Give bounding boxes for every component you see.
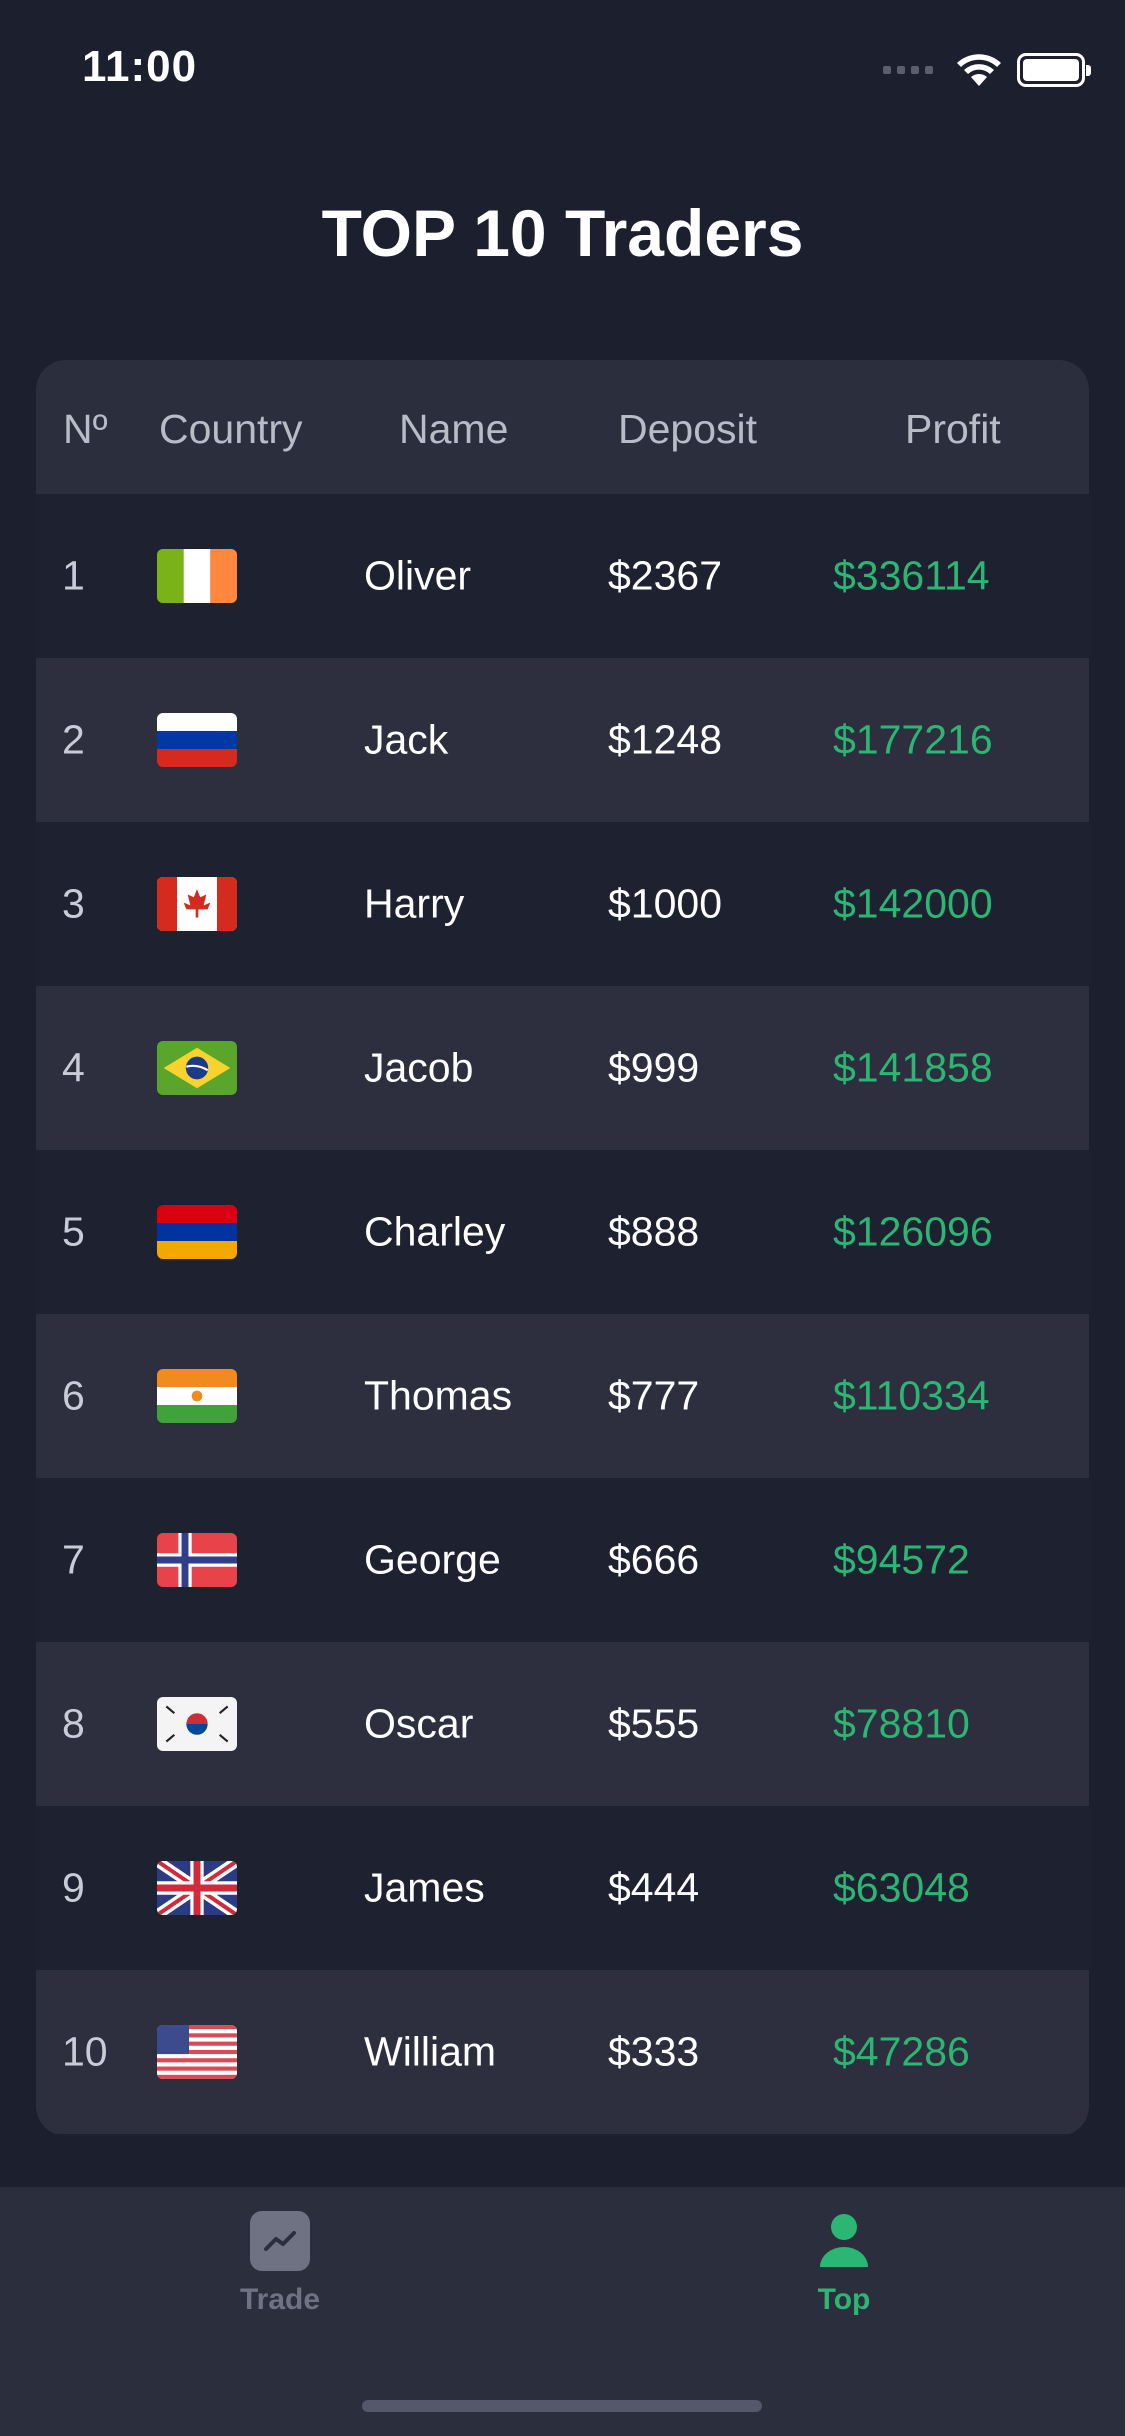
brazil-flag xyxy=(157,1041,237,1095)
header-rank: Nº xyxy=(63,406,108,452)
profit-cell: $142000 xyxy=(833,880,993,927)
tab-trade[interactable]: Trade xyxy=(180,2211,380,2317)
rank-cell: 10 xyxy=(62,2028,108,2075)
person-icon xyxy=(814,2211,874,2271)
profit-cell: $336114 xyxy=(833,552,990,599)
header-profit: Profit xyxy=(905,406,1001,452)
deposit-cell: $2367 xyxy=(608,552,723,599)
south-korea-flag xyxy=(157,1697,237,1751)
tab-trade-label: Trade xyxy=(239,2283,321,2316)
tab-top[interactable]: Top xyxy=(744,2211,944,2317)
name-cell: William xyxy=(364,2028,497,2075)
table-row: 8 Oscar $555 $78810 xyxy=(36,1642,1089,1806)
deposit-cell: $555 xyxy=(608,1700,700,1747)
rank-cell: 3 xyxy=(62,880,85,927)
niger-flag xyxy=(157,1369,237,1423)
table-row: 7 George $666 $94572 xyxy=(36,1478,1089,1642)
deposit-cell: $666 xyxy=(608,1536,700,1583)
header-name: Name xyxy=(399,406,509,452)
name-cell: Charley xyxy=(364,1208,506,1255)
name-cell: Oscar xyxy=(364,1700,474,1747)
rank-cell: 5 xyxy=(62,1208,85,1255)
wifi-icon xyxy=(957,54,1001,86)
table-row: 1 Oliver $2367 $336114 xyxy=(36,494,1089,658)
name-cell: Thomas xyxy=(364,1372,513,1419)
table-row: 6 Thomas $777 $110334 xyxy=(36,1314,1089,1478)
profit-cell: $126096 xyxy=(833,1208,993,1255)
deposit-cell: $444 xyxy=(608,1864,700,1911)
canada-flag xyxy=(157,877,237,931)
status-icons xyxy=(883,50,1091,90)
rank-cell: 2 xyxy=(62,716,85,763)
header-deposit: Deposit xyxy=(618,406,758,452)
norway-flag xyxy=(157,1533,237,1587)
status-time: 11:00 xyxy=(82,42,198,91)
cellular-signal-icon xyxy=(883,66,933,74)
profit-cell: $94572 xyxy=(833,1536,970,1583)
deposit-cell: $777 xyxy=(608,1372,700,1419)
page-title: TOP 10 Traders xyxy=(321,196,804,270)
table-header: Nº Country Name Deposit Profit xyxy=(36,360,1089,494)
russia-flag xyxy=(157,713,237,767)
ireland-flag xyxy=(157,549,237,603)
battery-icon xyxy=(1017,53,1091,87)
name-cell: Oliver xyxy=(364,552,472,599)
home-indicator xyxy=(362,2400,762,2412)
name-cell: James xyxy=(364,1864,485,1911)
rank-cell: 4 xyxy=(62,1044,85,1091)
rank-cell: 6 xyxy=(62,1372,85,1419)
profit-cell: $110334 xyxy=(833,1372,990,1419)
table-row: 10 William $333 $47286 xyxy=(36,1970,1089,2134)
name-cell: Harry xyxy=(364,880,465,927)
status-bar: 11:00 xyxy=(0,0,1125,140)
deposit-cell: $999 xyxy=(608,1044,700,1091)
tab-bar: Trade Top xyxy=(0,2187,1125,2436)
deposit-cell: $888 xyxy=(608,1208,700,1255)
rank-cell: 8 xyxy=(62,1700,85,1747)
name-cell: George xyxy=(364,1536,501,1583)
usa-flag xyxy=(157,2025,237,2079)
table-row: 9 James $444 $63048 xyxy=(36,1806,1089,1970)
chart-line-icon xyxy=(250,2211,310,2271)
profit-cell: $177216 xyxy=(833,716,993,763)
name-cell: Jack xyxy=(364,716,449,763)
deposit-cell: $1000 xyxy=(608,880,723,927)
table-row: 2 Jack $1248 $177216 xyxy=(36,658,1089,822)
tab-top-label: Top xyxy=(817,2283,871,2316)
rank-cell: 9 xyxy=(62,1864,85,1911)
name-cell: Jacob xyxy=(364,1044,474,1091)
profit-cell: $141858 xyxy=(833,1044,993,1091)
table-row: 5 Charley $888 $126096 xyxy=(36,1150,1089,1314)
profit-cell: $78810 xyxy=(833,1700,970,1747)
traders-table: Nº Country Name Deposit Profit 1 Oliver $2… xyxy=(36,360,1089,2136)
profit-cell: $63048 xyxy=(833,1864,970,1911)
rank-cell: 7 xyxy=(62,1536,85,1583)
rank-cell: 1 xyxy=(62,552,85,599)
header-country: Country xyxy=(159,406,303,452)
deposit-cell: $333 xyxy=(608,2028,700,2075)
table-row: 3 Harry $1000 $142000 xyxy=(36,822,1089,986)
table-row: 4 Jacob $999 $141858 xyxy=(36,986,1089,1150)
armenia-flag xyxy=(157,1205,237,1259)
deposit-cell: $1248 xyxy=(608,716,723,763)
uk-flag xyxy=(157,1861,237,1915)
profit-cell: $47286 xyxy=(833,2028,970,2075)
